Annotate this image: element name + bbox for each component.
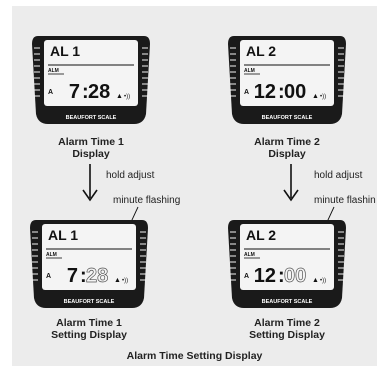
brand-label: BEAUFORT SCALE — [64, 299, 115, 305]
caption-alarm-2-setting: Alarm Time 2 Setting Display — [249, 317, 325, 341]
caption-alarm-1-setting: Alarm Time 1 Setting Display — [51, 317, 127, 341]
alarm-label: AL 1 — [48, 227, 78, 243]
svg-text:ALM: ALM — [46, 252, 57, 258]
svg-text:ALM: ALM — [244, 252, 255, 258]
figure-title: Alarm Time Setting Display — [126, 350, 263, 362]
svg-text:▲: ▲ — [312, 277, 319, 284]
svg-text:A: A — [244, 273, 249, 280]
hour-digits: 7 — [67, 265, 78, 287]
annotation-pointers — [105, 206, 335, 277]
watch-display-alarm-1-setting: AL 1 ALM A 7 : 28 ▲ •)) BEAUFORT SCALE — [28, 218, 150, 310]
svg-text:•)): •)) — [122, 278, 128, 284]
minute-digits-flashing: 00 — [284, 265, 306, 287]
brand-label: BEAUFORT SCALE — [262, 299, 313, 305]
svg-text:▲: ▲ — [114, 277, 121, 284]
watch-display-alarm-2-setting: AL 2 ALM A 12 : 00 ▲ •)) BEAUFORT SCALE — [226, 218, 348, 310]
svg-text:•)): •)) — [320, 278, 326, 284]
minute-digits-flashing: 28 — [86, 265, 108, 287]
alarm-label: AL 2 — [246, 227, 276, 243]
svg-text:A: A — [46, 273, 51, 280]
hour-digits: 12 — [254, 265, 276, 287]
